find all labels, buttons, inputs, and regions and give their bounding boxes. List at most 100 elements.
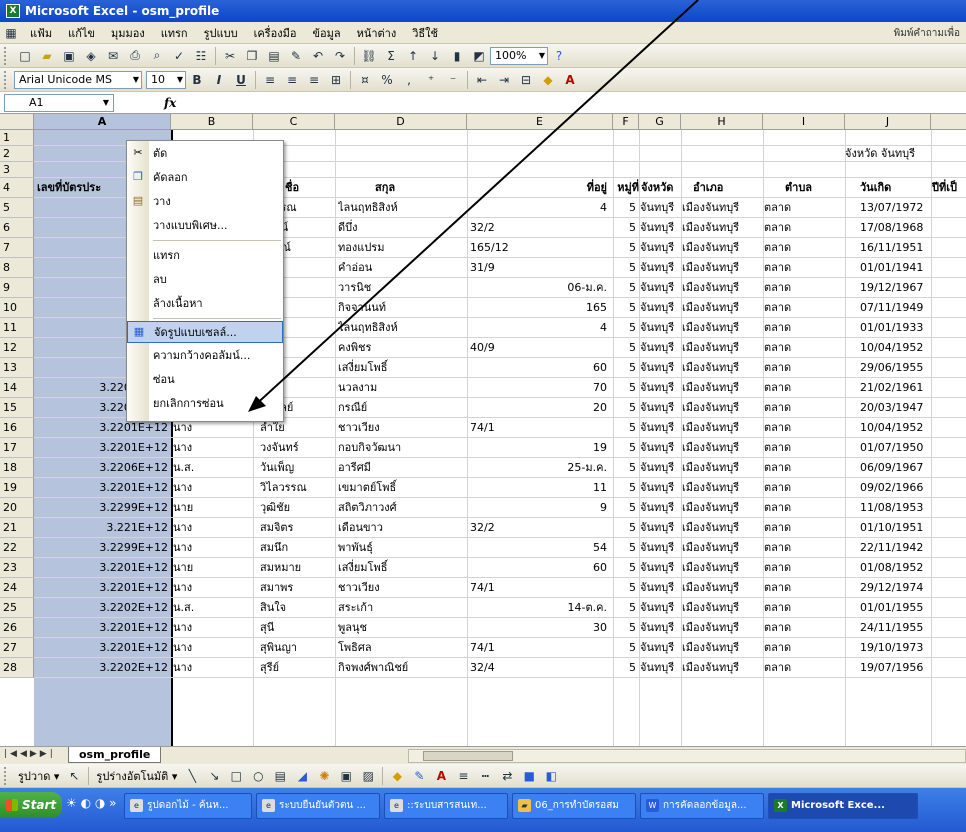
cell-name[interactable]: สุพินญา [260,638,335,658]
cell-surname[interactable]: กอบกิจวัฒนา [338,438,467,458]
email-icon[interactable]: ✉ [103,46,123,66]
cell-surname[interactable]: สถิตวิภาวงศ์ [338,498,467,518]
cell-name[interactable]: สินใจ [260,598,335,618]
cell-dist[interactable]: เมืองจันทบุรี [682,278,764,298]
cell-title[interactable]: น.ส. [173,458,251,478]
cell-birth[interactable]: 10/04/1952 [860,418,930,438]
merge-center-icon[interactable]: ⊞ [326,70,346,90]
cell-addr[interactable]: 32/2 [470,518,530,538]
cell-moo[interactable]: 5 [613,638,636,658]
cell-dist[interactable]: เมืองจันทบุรี [682,598,764,618]
cell-addr-r[interactable]: 165 [530,298,607,318]
cell-surname[interactable]: สระเก้า [338,598,467,618]
column-header-e[interactable]: E [467,114,613,130]
header-province[interactable]: จังหวัด [641,178,683,198]
font-select[interactable]: Arial Unicode MS ▼ [14,70,142,89]
cell-sub[interactable]: ตลาด [764,578,824,598]
cell-id[interactable]: 3.2206E+12 [37,458,168,478]
cell-id[interactable]: 3.2201E+12 [37,578,168,598]
cell-prov[interactable]: จันทบุรี [640,638,682,658]
help-question-box[interactable]: พิมพ์คำถามเพื่อ [894,26,960,41]
column-header-k[interactable] [931,114,966,130]
cell-addr-r[interactable]: 30 [530,618,607,638]
cell-moo[interactable]: 5 [613,618,636,638]
cell-addr[interactable]: 74/1 [470,638,530,658]
cell-prov[interactable]: จันทบุรี [640,198,682,218]
cell-surname[interactable]: ไลนฤทธิสิงห์ [338,198,467,218]
cell-sub[interactable]: ตลาด [764,298,824,318]
print-icon[interactable]: ⎙ [125,46,145,66]
row-header[interactable]: 12 [0,338,34,358]
cell-moo[interactable]: 5 [613,478,636,498]
align-right-icon[interactable]: ≡ [304,70,324,90]
cell-surname[interactable]: เสงี่ยมโพธิ์ [338,358,467,378]
cell-sub[interactable]: ตลาด [764,378,824,398]
ctx-hide[interactable]: ซ่อน [127,369,283,391]
cell-surname[interactable]: กิจจานนท์ [338,298,467,318]
cell-prov[interactable]: จันทบุรี [640,398,682,418]
tab-navigation-arrows[interactable]: |◀◀▶▶| [4,749,56,759]
row-header[interactable]: 18 [0,458,34,478]
cell-birth[interactable]: 19/10/1973 [860,638,930,658]
cell-birth[interactable]: 01/01/1955 [860,598,930,618]
row-header[interactable]: 3 [0,162,34,178]
cell-sub[interactable]: ตลาด [764,598,824,618]
cell-birth[interactable]: 16/11/1951 [860,238,930,258]
column-header-g[interactable]: G [639,114,681,130]
taskbar-item[interactable]: e รูปดอกไม้ - ค้นห... [124,793,252,819]
ctx-clear-contents[interactable]: ล้างเนื้อหา [127,293,283,315]
title-bar[interactable]: X Microsoft Excel - osm_profile [0,0,966,22]
spelling-icon[interactable]: ✓ [169,46,189,66]
taskbar-item-active[interactable]: X Microsoft Exce... [768,793,918,819]
textbox-icon[interactable]: ▤ [270,766,290,786]
cell-name[interactable]: วันเพ็ญ [260,458,335,478]
row-header[interactable]: 26 [0,618,34,638]
line-style-icon[interactable]: ≡ [453,766,473,786]
cell-id[interactable]: 3.2299E+12 [37,498,168,518]
header-surname[interactable]: สกุล [375,178,465,198]
horizontal-scrollbar[interactable] [408,749,966,763]
cell-sub[interactable]: ตลาด [764,318,824,338]
row-header[interactable]: 28 [0,658,34,678]
diagram-icon[interactable]: ✺ [314,766,334,786]
cell-prov[interactable]: จันทบุรี [640,218,682,238]
oval-icon[interactable]: ○ [248,766,268,786]
cell-prov[interactable]: จันทบุรี [640,438,682,458]
scrollbar-thumb[interactable] [423,751,513,761]
sort-ascending-icon[interactable]: ↑ [403,46,423,66]
cell-surname[interactable]: กรณีย์ [338,398,467,418]
cell-dist[interactable]: เมืองจันทบุรี [682,538,764,558]
workbook-icon[interactable]: ▦ [1,23,21,43]
menu-insert[interactable]: แทรก [153,24,196,42]
cell-prov[interactable]: จันทบุรี [640,338,682,358]
cell-id[interactable]: 3.2299E+12 [37,538,168,558]
cell-addr-r[interactable]: 9 [530,498,607,518]
cell-dist[interactable]: เมืองจันทบุรี [682,358,764,378]
ctx-insert[interactable]: แทรก [127,245,283,267]
paste-icon[interactable]: ▤ [264,46,284,66]
drawing-icon[interactable]: ◩ [469,46,489,66]
cell-addr-r[interactable]: 25-ม.ค. [530,458,607,478]
cell-title[interactable]: น.ส. [173,598,251,618]
cell-dist[interactable]: เมืองจันทบุรี [682,618,764,638]
cell-sub[interactable]: ตลาด [764,238,824,258]
cell-surname[interactable]: กิจพงศ์พาณิชย์ [338,658,467,678]
new-icon[interactable]: □ [15,46,35,66]
cell-dist[interactable]: เมืองจันทบุรี [682,438,764,458]
column-header-j[interactable]: J [845,114,931,130]
cell-title[interactable]: นาง [173,518,251,538]
column-header-d[interactable]: D [335,114,467,130]
undo-icon[interactable]: ↶ [308,46,328,66]
cell-moo[interactable]: 5 [613,598,636,618]
align-center-icon[interactable]: ≡ [282,70,302,90]
zoom-select[interactable]: 100% ▼ [490,46,548,65]
cell-addr-r[interactable]: 19 [530,438,607,458]
wordart-icon[interactable]: ◢ [292,766,312,786]
cell-addr-r[interactable]: 54 [530,538,607,558]
cell-prov[interactable]: จันทบุรี [640,238,682,258]
cell-moo[interactable]: 5 [613,658,636,678]
column-header-a[interactable]: A [34,114,171,130]
start-button[interactable]: Start [0,792,62,818]
cell-addr-r[interactable]: 60 [530,358,607,378]
cell-sub[interactable]: ตลาด [764,658,824,678]
